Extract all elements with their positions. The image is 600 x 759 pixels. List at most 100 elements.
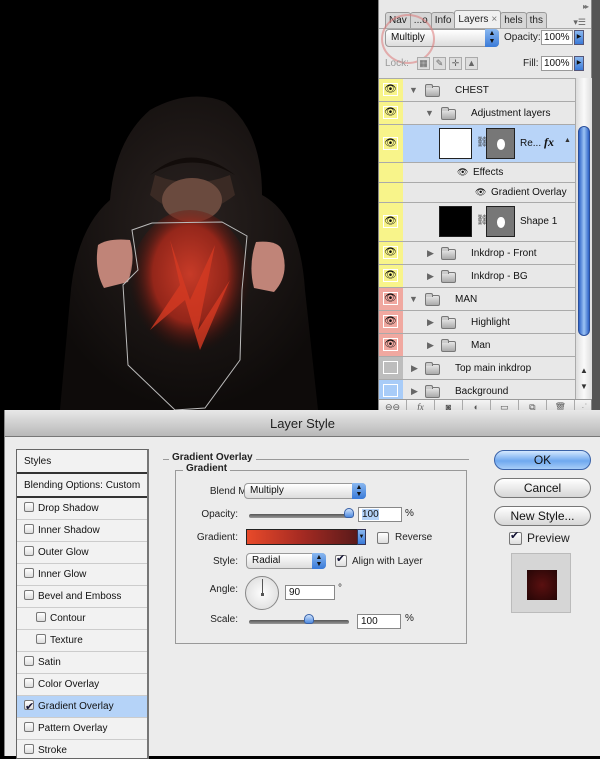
gradient-picker-dropdown[interactable]: ▼ [357,529,366,545]
visibility-eye-icon[interactable]: 👁 [383,137,398,150]
opacity-slider-toggle[interactable]: ▶ [574,30,584,45]
style-checkbox[interactable] [24,656,34,666]
effect-eye-icon[interactable]: 👁 [457,167,468,178]
lock-image-icon[interactable]: ✎ [433,57,446,70]
style-item-color-overlay[interactable]: Color Overlay [17,674,147,696]
layer-row-man[interactable]: 👁 ▶ Man [379,334,575,357]
expand-triangle-icon[interactable]: ▶ [411,386,418,397]
style-checkbox[interactable] [24,722,34,732]
visibility-eye-icon[interactable]: 👁 [383,215,398,228]
tab-info[interactable]: Info [430,12,456,28]
style-item-bevel-and-emboss[interactable]: Bevel and Emboss [17,586,147,608]
effect-eye-icon[interactable]: 👁 [475,187,486,198]
style-item-stroke[interactable]: Stroke [17,740,147,758]
style-item-satin[interactable]: Satin [17,652,147,674]
preview-checkbox[interactable] [509,529,522,545]
layer-row-man-group[interactable]: 👁 ▼ MAN [379,288,575,311]
scrollbar-thumb[interactable] [578,126,590,336]
layer-row-background[interactable]: ▶ Background [379,380,575,399]
collapse-panel-icon[interactable]: ▸▸ [583,2,589,11]
expand-triangle-icon[interactable]: ▶ [411,363,418,374]
style-item-inner-glow[interactable]: Inner Glow [17,564,147,586]
visibility-eye-icon[interactable]: 👁 [383,292,398,305]
style-checkbox[interactable] [24,568,34,578]
lock-all-icon[interactable]: ▲ [465,57,478,70]
panel-menu-icon[interactable]: ▾☰ [573,17,586,28]
close-tab-icon[interactable]: × [491,14,497,25]
collapse-effects-icon[interactable]: ▲ [564,137,571,144]
blend-mode-select[interactable]: Multiply ▲ ▼ [244,483,366,499]
scale-slider-track[interactable] [249,620,349,624]
style-checkbox[interactable] [24,697,34,718]
style-checkbox[interactable] [36,634,46,644]
visibility-toggle-empty[interactable] [383,361,398,374]
tab-paths[interactable]: ths [525,12,547,28]
angle-input[interactable]: 90 [285,585,335,600]
lock-transparent-icon[interactable]: ▦ [417,57,430,70]
scale-slider-knob[interactable] [304,614,314,624]
style-checkbox[interactable] [24,524,34,534]
lock-position-icon[interactable]: ✛ [449,57,462,70]
layer-mask-thumbnail[interactable] [486,128,515,159]
layer-row-shape-1[interactable]: 👁 ⛓ Shape 1 [379,203,575,242]
scroll-up-arrow-icon[interactable]: ▲ [580,366,588,375]
effect-row-gradient-overlay[interactable]: 👁 Gradient Overlay [379,183,575,203]
layer-row-chest[interactable]: 👁 ▼ CHEST [379,79,575,102]
style-checkbox[interactable] [36,612,46,622]
opacity-slider-track[interactable] [249,514,349,518]
layer-row-top-main-inkdrop[interactable]: ▶ Top main inkdrop [379,357,575,380]
vector-mask-thumbnail[interactable] [486,206,515,237]
expand-triangle-icon[interactable]: ▼ [409,85,418,95]
new-style-button[interactable]: New Style... [494,506,591,526]
visibility-eye-icon[interactable]: 👁 [383,83,398,96]
visibility-toggle-empty[interactable] [383,384,398,397]
align-with-layer-checkbox[interactable] [335,552,347,567]
style-item-drop-shadow[interactable]: Drop Shadow [17,498,147,520]
scroll-down-arrow-icon[interactable]: ▼ [580,382,588,391]
opacity-input[interactable]: 100% [541,30,573,45]
layer-row-inkdrop-front[interactable]: 👁 ▶ Inkdrop - Front [379,242,575,265]
blending-options-item[interactable]: Blending Options: Custom [17,474,147,498]
scale-input[interactable]: 100 [357,614,401,629]
style-item-gradient-overlay[interactable]: Gradient Overlay [17,696,147,718]
effects-row[interactable]: 👁 Effects [379,163,575,183]
expand-triangle-icon[interactable]: ▶ [427,340,434,351]
fx-icon[interactable]: fx [544,135,554,150]
styles-header[interactable]: Styles [17,450,147,474]
style-checkbox[interactable] [24,744,34,754]
gradient-style-select[interactable]: Radial ▲ ▼ [246,553,326,569]
visibility-eye-icon[interactable]: 👁 [383,106,398,119]
cancel-button[interactable]: Cancel [494,478,591,498]
visibility-eye-icon[interactable]: 👁 [383,315,398,328]
tab-channels[interactable]: hels [500,12,527,28]
style-item-inner-shadow[interactable]: Inner Shadow [17,520,147,542]
layer-row-adjustment-layers[interactable]: 👁 ▼ Adjustment layers [379,102,575,125]
tab-layers[interactable]: Layers × [454,10,502,28]
gradient-swatch[interactable] [246,529,358,545]
layer-row-selected-adjustment[interactable]: 👁 ⛓ Re... fx ▲ [379,125,575,163]
layers-scrollbar[interactable]: ▲ ▼ [575,78,592,399]
fill-input[interactable]: 100% [541,56,573,71]
fill-slider-toggle[interactable]: ▶ [574,56,584,71]
opacity-slider-knob[interactable] [344,508,354,518]
layer-row-highlight[interactable]: 👁 ▶ Highlight [379,311,575,334]
expand-triangle-icon[interactable]: ▼ [425,108,434,118]
visibility-eye-icon[interactable]: 👁 [383,338,398,351]
style-item-contour[interactable]: Contour [17,608,147,630]
style-checkbox[interactable] [24,678,34,688]
style-checkbox[interactable] [24,590,34,600]
layer-row-inkdrop-bg[interactable]: 👁 ▶ Inkdrop - BG [379,265,575,288]
angle-dial[interactable] [245,576,279,610]
expand-triangle-icon[interactable]: ▼ [409,294,418,304]
style-checkbox[interactable] [24,502,34,512]
ok-button[interactable]: OK [494,450,591,470]
style-item-pattern-overlay[interactable]: Pattern Overlay [17,718,147,740]
style-checkbox[interactable] [24,546,34,556]
expand-triangle-icon[interactable]: ▶ [427,317,434,328]
style-item-outer-glow[interactable]: Outer Glow [17,542,147,564]
opacity-input[interactable]: 100 [358,507,402,522]
style-item-texture[interactable]: Texture [17,630,147,652]
visibility-eye-icon[interactable]: 👁 [383,246,398,259]
expand-triangle-icon[interactable]: ▶ [427,271,434,282]
document-canvas[interactable] [0,0,378,410]
